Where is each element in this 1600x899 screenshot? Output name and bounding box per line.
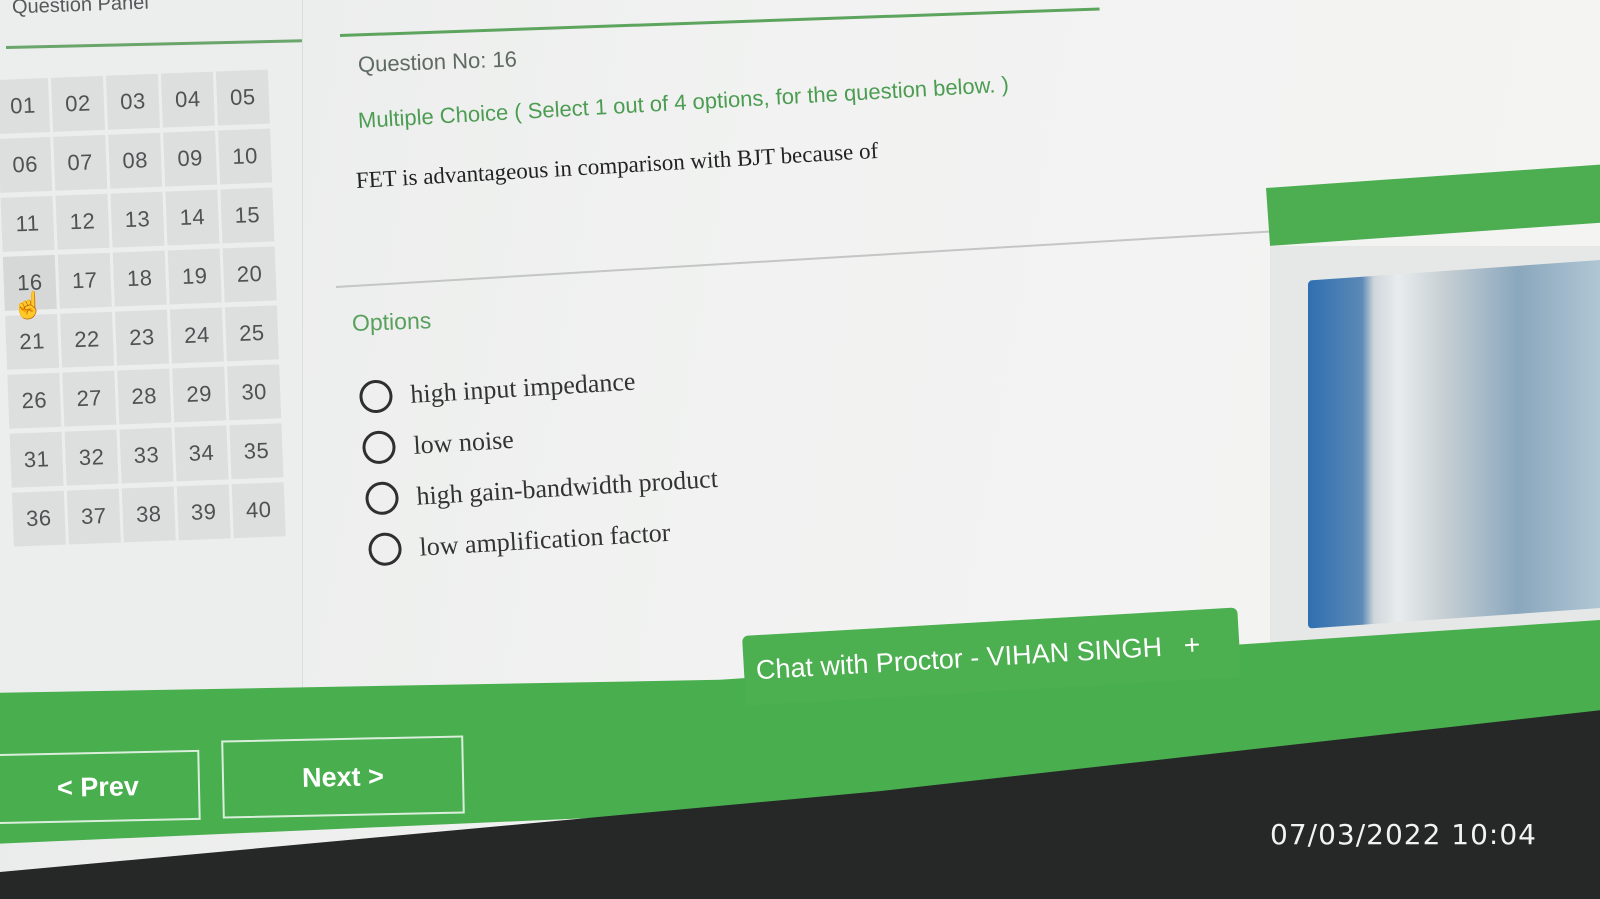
webcam-header: [1266, 164, 1600, 246]
plus-icon: +: [1182, 628, 1202, 661]
next-button[interactable]: Next >: [221, 735, 465, 819]
option-text: high input impedance: [409, 366, 637, 409]
question-number-33[interactable]: 33: [119, 427, 174, 484]
question-number-27[interactable]: 27: [62, 370, 117, 427]
hand-cursor-icon: ☝: [12, 290, 45, 320]
question-number-34[interactable]: 34: [174, 425, 229, 482]
question-number-17[interactable]: 17: [57, 252, 112, 309]
webcam-panel: [1270, 246, 1600, 656]
question-number-35[interactable]: 35: [229, 423, 284, 480]
question-number-23[interactable]: 23: [114, 309, 170, 366]
question-number-09[interactable]: 09: [163, 130, 218, 187]
question-number-11[interactable]: 11: [0, 195, 55, 252]
question-number-22[interactable]: 22: [60, 311, 115, 368]
question-panel-underline: [5, 39, 302, 49]
question-number-02[interactable]: 02: [50, 75, 105, 132]
question-number-14[interactable]: 14: [165, 189, 220, 246]
question-divider: [335, 230, 1275, 288]
question-number-03[interactable]: 03: [105, 73, 160, 130]
question-type-label: Multiple Choice ( Select 1 out of 4 opti…: [357, 71, 1010, 133]
question-number-40[interactable]: 40: [231, 482, 286, 539]
options-list: high input impedance low noise high gain…: [358, 351, 722, 576]
question-panel: Question Panel 01 02 03 04 05 06 07 08 09 10 11 12 1…: [0, 0, 303, 760]
question-number-25[interactable]: 25: [224, 305, 279, 362]
photo-timestamp: 07/03/2022 10:04: [1270, 818, 1537, 851]
question-number-24[interactable]: 24: [169, 307, 224, 364]
content-top-divider: [339, 7, 1100, 37]
option-text: high gain-bandwidth product: [415, 463, 719, 511]
question-text: FET is advantageous in comparison with B…: [355, 137, 879, 193]
radio-button[interactable]: [367, 531, 403, 567]
question-number-26[interactable]: 26: [7, 372, 62, 429]
question-number-12[interactable]: 12: [55, 193, 110, 250]
question-number-30[interactable]: 30: [227, 364, 282, 421]
question-number-31[interactable]: 31: [9, 431, 64, 488]
question-number-07[interactable]: 07: [53, 134, 108, 191]
question-number-29[interactable]: 29: [172, 366, 227, 423]
question-number-18[interactable]: 18: [112, 250, 167, 307]
question-number-37[interactable]: 37: [66, 488, 121, 545]
option-text: low amplification factor: [418, 517, 672, 562]
question-number-13[interactable]: 13: [110, 191, 165, 248]
question-number-28[interactable]: 28: [117, 368, 172, 425]
question-number-04[interactable]: 04: [160, 71, 215, 128]
question-number-32[interactable]: 32: [64, 429, 119, 486]
question-number-19[interactable]: 19: [167, 248, 222, 305]
question-number-10[interactable]: 10: [218, 128, 273, 185]
prev-button[interactable]: < Prev: [0, 749, 201, 825]
question-number-39[interactable]: 39: [176, 484, 231, 541]
radio-button[interactable]: [361, 429, 397, 465]
question-number-36[interactable]: 36: [11, 490, 66, 547]
options-label: Options: [351, 307, 432, 336]
question-number-05[interactable]: 05: [215, 69, 270, 126]
webcam-video: [1308, 259, 1600, 629]
chat-label: Chat with Proctor - VIHAN SINGH: [755, 631, 1163, 685]
radio-button[interactable]: [358, 379, 394, 414]
question-number-20[interactable]: 20: [222, 246, 277, 303]
option-text: low noise: [412, 424, 515, 460]
question-number-21[interactable]: 21: [5, 313, 60, 370]
radio-button[interactable]: [364, 480, 400, 516]
question-number-38[interactable]: 38: [121, 486, 176, 543]
question-number-15[interactable]: 15: [220, 187, 275, 244]
question-content: Question No: 16 Multiple Choice ( Select…: [335, 0, 1300, 700]
question-panel-title: Question Panel: [11, 0, 150, 19]
question-number-01[interactable]: 01: [0, 78, 51, 134]
question-number: Question No: 16: [357, 46, 518, 77]
question-number-06[interactable]: 06: [0, 136, 53, 193]
question-number-08[interactable]: 08: [108, 132, 163, 189]
